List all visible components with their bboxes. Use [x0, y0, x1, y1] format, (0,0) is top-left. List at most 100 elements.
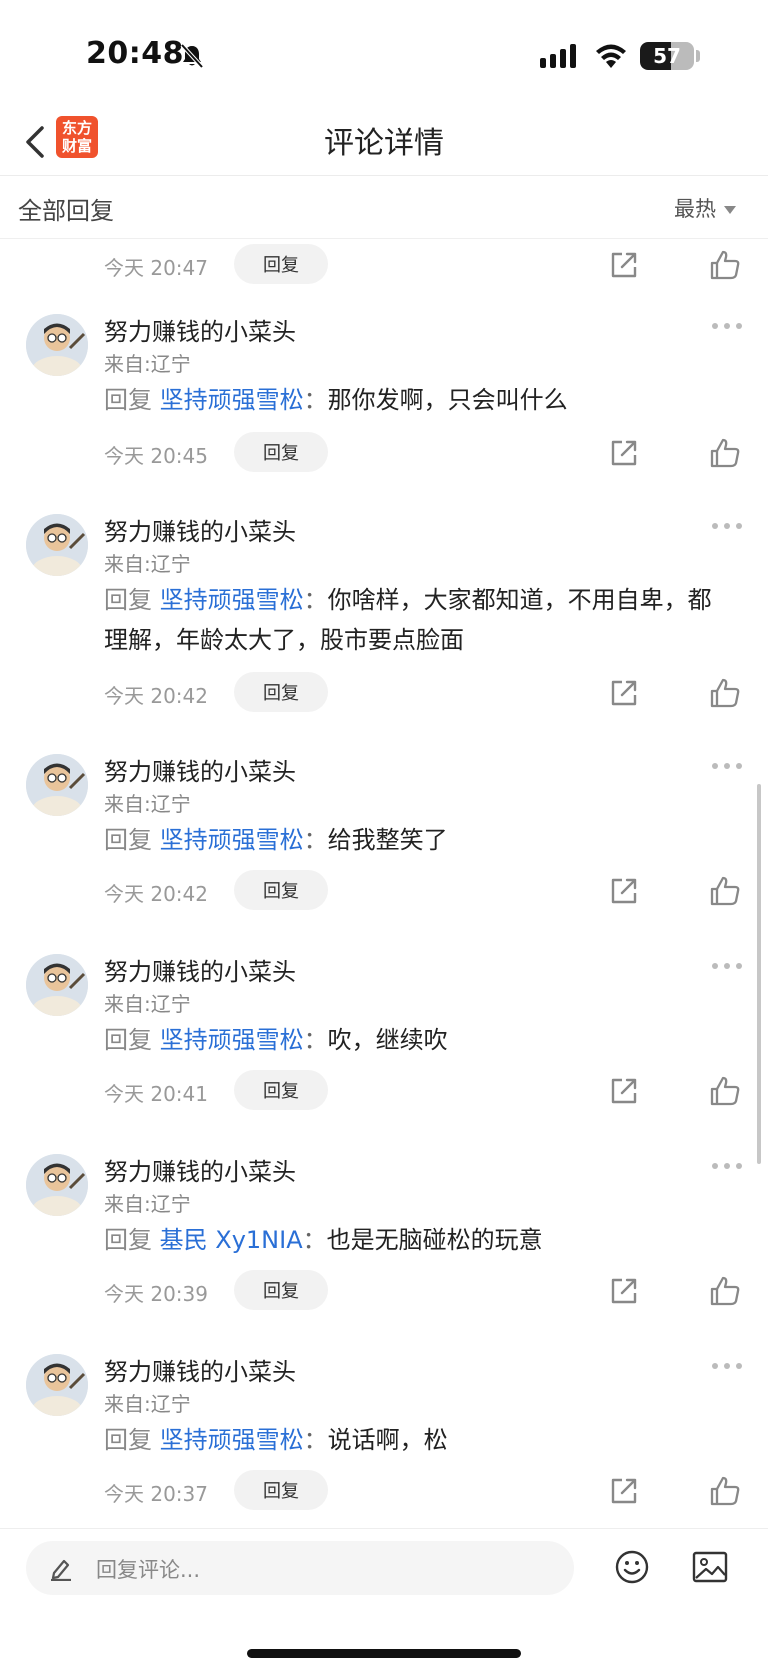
avatar[interactable]: [26, 514, 88, 576]
action-row: 今天 20:39 回复: [0, 1270, 768, 1312]
like-icon[interactable]: [708, 1074, 742, 1108]
reply-separator: ：: [303, 1426, 328, 1454]
reply-prefix: 回复: [104, 386, 152, 414]
action-row: 今天 20:42 回复: [0, 672, 768, 714]
share-icon[interactable]: [608, 1075, 640, 1107]
avatar-image: [26, 1154, 88, 1216]
reply-text: 回复 基民 Xy1NIA：也是无脑碰松的玩意: [104, 1220, 734, 1260]
emoji-icon[interactable]: [614, 1549, 650, 1585]
action-row: 今天 20:37 回复: [0, 1470, 768, 1512]
comment-item: 努力赚钱的小菜头 来自:辽宁 回复 基民 Xy1NIA：也是无脑碰松的玩意 今天…: [0, 1142, 768, 1342]
reply-prefix: 回复: [104, 1426, 152, 1454]
reply-button[interactable]: 回复: [234, 1270, 328, 1310]
username[interactable]: 努力赚钱的小菜头: [104, 512, 296, 547]
reply-separator: ：: [302, 1226, 327, 1254]
reply-button[interactable]: 回复: [234, 244, 328, 284]
reply-separator: ：: [303, 826, 328, 854]
comment-input[interactable]: 回复评论...: [26, 1541, 574, 1595]
reply-list[interactable]: 今天 20:47 回复 努力赚钱的小菜头 来自:辽宁 回复 坚持顽强雪松：那你发…: [0, 240, 768, 1528]
action-row: 今天 20:45 回复: [0, 432, 768, 474]
more-icon[interactable]: [710, 760, 744, 772]
reply-button[interactable]: 回复: [234, 1470, 328, 1510]
image-icon[interactable]: [692, 1551, 728, 1583]
comment-time: 今天 20:45: [104, 444, 208, 468]
more-icon[interactable]: [710, 520, 744, 532]
share-icon[interactable]: [608, 677, 640, 709]
share-icon[interactable]: [608, 1475, 640, 1507]
reply-text: 回复 坚持顽强雪松：你啥样，大家都知道，不用自卑，都理解，年龄太大了，股市要点脸…: [104, 580, 734, 660]
pencil-icon: [51, 1559, 71, 1581]
more-icon[interactable]: [710, 1360, 744, 1372]
avatar[interactable]: [26, 754, 88, 816]
share-icon[interactable]: [608, 437, 640, 469]
avatar[interactable]: [26, 1154, 88, 1216]
comment-time: 今天 20:47: [104, 256, 208, 280]
reply-target-link[interactable]: 坚持顽强雪松: [160, 826, 304, 854]
battery-nub: [696, 50, 700, 62]
username[interactable]: 努力赚钱的小菜头: [104, 1352, 296, 1387]
like-icon[interactable]: [708, 248, 742, 282]
battery-level: 57: [653, 44, 681, 68]
comment-item: 努力赚钱的小菜头 来自:辽宁 回复 坚持顽强雪松：那你发啊，只会叫什么 今天 2…: [0, 302, 768, 502]
reply-text: 回复 坚持顽强雪松：那你发啊，只会叫什么: [104, 380, 734, 420]
battery-indicator: 57: [640, 42, 694, 70]
reply-text: 回复 坚持顽强雪松：给我整笑了: [104, 820, 734, 860]
share-icon[interactable]: [608, 1275, 640, 1307]
reply-content: 说话啊，松: [327, 1426, 448, 1454]
signal-icon: [540, 44, 576, 68]
reply-target-link[interactable]: 坚持顽强雪松: [160, 386, 304, 414]
like-icon[interactable]: [708, 436, 742, 470]
share-icon[interactable]: [608, 249, 640, 281]
reply-separator: ：: [303, 586, 328, 614]
location: 来自:辽宁: [104, 992, 191, 1016]
reply-target-link[interactable]: 基民 Xy1NIA: [160, 1226, 303, 1254]
avatar-image: [26, 754, 88, 816]
sort-label: 最热: [674, 197, 716, 221]
reply-prefix: 回复: [104, 1026, 152, 1054]
bottom-bar: 回复评论...: [0, 1528, 768, 1669]
avatar-image: [26, 514, 88, 576]
more-icon[interactable]: [710, 1160, 744, 1172]
home-indicator[interactable]: [247, 1649, 521, 1658]
like-icon[interactable]: [708, 1274, 742, 1308]
username[interactable]: 努力赚钱的小菜头: [104, 312, 296, 347]
sort-toggle[interactable]: 最热: [674, 193, 736, 223]
share-icon[interactable]: [608, 875, 640, 907]
section-title: 全部回复: [18, 197, 114, 225]
reply-button[interactable]: 回复: [234, 432, 328, 472]
reply-separator: ：: [303, 386, 328, 414]
scrollbar[interactable]: [757, 784, 761, 1164]
like-icon[interactable]: [708, 1474, 742, 1508]
reply-target-link[interactable]: 坚持顽强雪松: [160, 1026, 304, 1054]
more-icon[interactable]: [710, 320, 744, 332]
username[interactable]: 努力赚钱的小菜头: [104, 952, 296, 987]
reply-target-link[interactable]: 坚持顽强雪松: [160, 1426, 304, 1454]
caret-down-icon: [724, 206, 736, 214]
bell-off-icon: [180, 43, 204, 69]
avatar-image: [26, 954, 88, 1016]
more-icon[interactable]: [710, 960, 744, 972]
avatar[interactable]: [26, 1354, 88, 1416]
reply-button[interactable]: 回复: [234, 870, 328, 910]
comment-item: 努力赚钱的小菜头 来自:辽宁 回复 坚持顽强雪松：给我整笑了 今天 20:42 …: [0, 742, 768, 942]
comment-time: 今天 20:42: [104, 882, 208, 906]
reply-content: 吹，继续吹: [327, 1026, 448, 1054]
reply-content: 也是无脑碰松的玩意: [326, 1226, 543, 1254]
avatar[interactable]: [26, 314, 88, 376]
username[interactable]: 努力赚钱的小菜头: [104, 1152, 296, 1187]
reply-button[interactable]: 回复: [234, 672, 328, 712]
avatar[interactable]: [26, 954, 88, 1016]
location: 来自:辽宁: [104, 1192, 191, 1216]
username[interactable]: 努力赚钱的小菜头: [104, 752, 296, 787]
comment-item: 努力赚钱的小菜头 来自:辽宁 回复 坚持顽强雪松：你啥样，大家都知道，不用自卑，…: [0, 502, 768, 732]
action-row: 今天 20:41 回复: [0, 1070, 768, 1112]
comment-item: 努力赚钱的小菜头 来自:辽宁 回复 坚持顽强雪松：说话啊，松 今天 20:37 …: [0, 1342, 768, 1528]
reply-button[interactable]: 回复: [234, 1070, 328, 1110]
like-icon[interactable]: [708, 874, 742, 908]
reply-text: 回复 坚持顽强雪松：吹，继续吹: [104, 1020, 734, 1060]
like-icon[interactable]: [708, 676, 742, 710]
reply-content: 那你发啊，只会叫什么: [327, 386, 568, 414]
page-title: 评论详情: [324, 126, 444, 161]
reply-target-link[interactable]: 坚持顽强雪松: [160, 586, 304, 614]
reply-content: 给我整笑了: [327, 826, 448, 854]
